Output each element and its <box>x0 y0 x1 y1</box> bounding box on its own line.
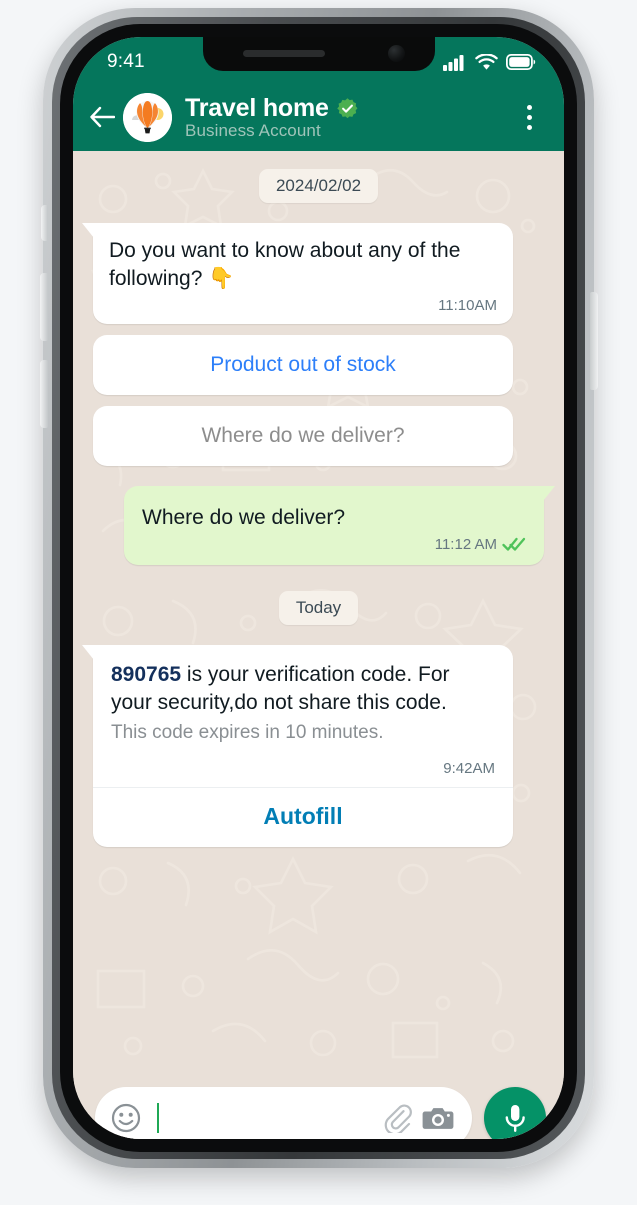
verified-badge-icon <box>336 97 358 118</box>
mute-switch-button[interactable] <box>41 205 48 241</box>
header-subtitle: Business Account <box>185 120 321 140</box>
emoji-smiley-icon <box>111 1103 141 1132</box>
camera-button[interactable] <box>422 1104 454 1132</box>
date-divider-label: 2024/02/02 <box>258 169 379 203</box>
message-row-outgoing: Where do we deliver? 11:12 AM <box>73 485 564 565</box>
quick-reply-row: Product out of stock <box>73 334 564 395</box>
message-composer <box>73 1072 564 1139</box>
earpiece-speaker <box>242 50 325 57</box>
attach-button[interactable] <box>381 1102 412 1133</box>
power-button[interactable] <box>590 292 598 390</box>
message-input-container[interactable] <box>95 1086 472 1139</box>
message-timestamp: 9:42AM <box>443 759 495 777</box>
message-text: Where do we deliver? <box>142 505 346 529</box>
quick-reply-where-do-we-deliver[interactable]: Where do we deliver? <box>93 405 513 466</box>
message-bubble-outgoing[interactable]: Where do we deliver? 11:12 AM <box>124 485 555 565</box>
phone-notch <box>202 37 435 71</box>
camera-icon <box>422 1107 454 1129</box>
emoji-button[interactable] <box>111 1103 141 1133</box>
autofill-button[interactable]: Autofill <box>93 786 513 847</box>
voice-record-button[interactable] <box>484 1086 546 1139</box>
message-row-verification: 890765 is your verification code. For yo… <box>73 644 564 847</box>
verification-code-value: 890765 <box>111 662 182 686</box>
paperclip-icon <box>384 1104 412 1133</box>
phone-mockup: 9:41 Travel home Business Account 2024/0… <box>0 0 637 1205</box>
date-divider: 2024/02/02 <box>73 169 564 203</box>
hot-air-balloon-avatar <box>123 92 172 142</box>
avatar[interactable] <box>123 92 172 142</box>
microphone-icon <box>505 1104 525 1132</box>
phone-screen: 9:41 Travel home Business Account 2024/0… <box>73 37 564 1139</box>
verification-code-bubble[interactable]: 890765 is your verification code. For yo… <box>82 644 513 847</box>
message-text: Do you want to know about any of the fol… <box>109 239 461 290</box>
message-timestamp: 11:12 AM <box>434 535 497 553</box>
page-title: Travel home <box>185 93 329 122</box>
menu-dot <box>526 114 532 120</box>
text-cursor <box>157 1102 159 1133</box>
verification-expiry-note: This code expires in 10 minutes. <box>111 721 384 743</box>
message-timestamp: 11:10AM <box>438 296 497 314</box>
quick-reply-label: Product out of stock <box>210 352 396 376</box>
quick-reply-product-out-of-stock[interactable]: Product out of stock <box>93 334 513 395</box>
quick-reply-row: Where do we deliver? <box>73 405 564 466</box>
back-arrow-icon <box>90 106 115 128</box>
status-time: 9:41 <box>107 51 145 72</box>
chat-header: Travel home Business Account <box>73 83 564 151</box>
header-text: Travel home Business Account <box>185 94 516 141</box>
back-button[interactable] <box>87 106 117 128</box>
cellular-signal-icon <box>443 54 464 71</box>
battery-icon <box>506 54 536 70</box>
message-list[interactable]: 2024/02/02 Do you want to know about any… <box>73 151 564 1072</box>
overflow-menu-button[interactable] <box>516 104 542 130</box>
date-divider-label: Today <box>278 590 359 625</box>
menu-dot <box>526 124 532 130</box>
verification-code-text: 890765 is your verification code. For yo… <box>111 661 495 718</box>
menu-dot <box>526 104 532 110</box>
message-bubble-incoming[interactable]: Do you want to know about any of the fol… <box>82 223 513 324</box>
volume-down-button[interactable] <box>40 360 48 428</box>
wifi-icon <box>475 53 498 70</box>
date-divider: Today <box>73 590 564 625</box>
message-row-incoming: Do you want to know about any of the fol… <box>73 223 564 324</box>
front-camera-icon <box>387 45 405 62</box>
volume-up-button[interactable] <box>40 273 48 341</box>
quick-reply-label: Where do we deliver? <box>201 423 405 447</box>
read-double-check-icon <box>502 538 526 551</box>
